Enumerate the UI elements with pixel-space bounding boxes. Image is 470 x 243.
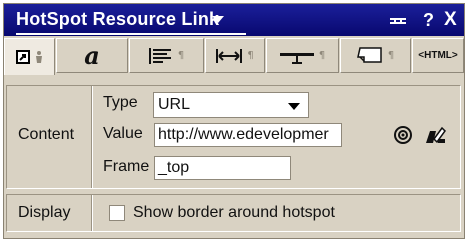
target-icon <box>394 126 412 144</box>
pilcrow-icon: ¶ <box>318 50 326 61</box>
rule-icon <box>279 52 314 64</box>
tab-spacing[interactable]: ¶ <box>205 38 265 73</box>
link-icon <box>16 50 30 64</box>
type-select-value: URL <box>158 96 191 113</box>
type-select[interactable]: URL <box>153 92 309 118</box>
display-section: Display Show border around hotspot <box>6 194 461 232</box>
section-divider <box>91 195 93 231</box>
paragraph-icon <box>148 47 171 64</box>
display-section-label: Display <box>18 204 71 221</box>
pilcrow-icon: ¶ <box>247 50 254 61</box>
tab-paragraph[interactable]: ¶ <box>129 38 204 73</box>
close-button[interactable]: X <box>444 9 457 31</box>
pilcrow-icon: ¶ <box>387 50 395 61</box>
tab-hotspot[interactable]: ¶ <box>340 38 411 73</box>
chevron-down-icon <box>288 103 300 110</box>
tab-bar: a ¶ ¶ ¶ ¶ <HTML> <box>4 38 464 75</box>
value-input[interactable]: http://www.edevelopmer <box>154 123 342 147</box>
content-section: Content Type URL Value http://www.edevel… <box>6 85 461 189</box>
show-border-checkbox[interactable] <box>109 205 125 221</box>
tab-rule[interactable]: ¶ <box>266 38 339 73</box>
person-icon <box>36 51 42 63</box>
target-button[interactable] <box>391 123 415 147</box>
link-edit-button[interactable] <box>423 123 447 147</box>
type-label: Type <box>103 94 138 111</box>
frame-label: Frame <box>103 158 150 175</box>
value-label: Value <box>103 125 143 142</box>
help-button[interactable]: ? <box>423 10 434 31</box>
link-edit-icon <box>426 126 446 144</box>
content-section-label: Content <box>18 126 75 143</box>
panel-title[interactable]: HotSpot Resource Link <box>16 9 219 30</box>
html-icon: <HTML> <box>418 50 458 61</box>
title-bar[interactable]: HotSpot Resource Link ? X <box>4 4 464 36</box>
section-divider <box>91 86 93 188</box>
resize-grip-icon[interactable] <box>390 18 406 24</box>
spacing-icon <box>216 48 243 63</box>
tab-link[interactable] <box>4 38 55 75</box>
tab-text-style[interactable]: a <box>56 38 128 73</box>
tab-html[interactable]: <HTML> <box>412 38 464 73</box>
title-underline <box>16 33 246 35</box>
show-border-label[interactable]: Show border around hotspot <box>133 204 335 222</box>
frame-input[interactable]: _top <box>154 156 291 180</box>
pilcrow-icon: ¶ <box>177 50 185 61</box>
hotspot-icon <box>356 46 382 63</box>
title-dropdown-arrow-icon[interactable] <box>212 16 224 23</box>
text-style-icon: a <box>84 40 100 70</box>
